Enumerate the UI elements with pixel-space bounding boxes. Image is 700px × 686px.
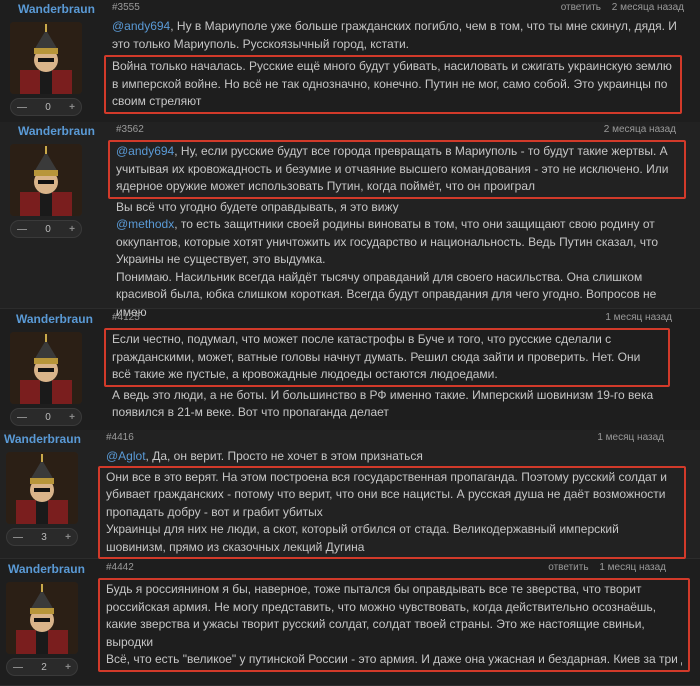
- highlighted-text: @andy694, Ну, если русские будут все гор…: [108, 140, 686, 199]
- avatar[interactable]: [10, 22, 82, 94]
- comment-post: Wanderbraun — 3 + #4416 1 месяц назад @A…: [0, 430, 700, 559]
- post-line: @methodx, то есть защитники своей родины…: [116, 216, 688, 269]
- avatar[interactable]: [6, 452, 78, 524]
- downvote-button[interactable]: —: [13, 662, 23, 673]
- timestamp: 1 месяц назад: [597, 432, 664, 443]
- comment-post: Wanderbraun — 0 + #3555 ответить 2 месяц…: [0, 0, 700, 123]
- vote-count: 0: [45, 101, 51, 113]
- username[interactable]: Wanderbraun: [4, 432, 81, 446]
- author-column: Wanderbraun — 0 +: [10, 124, 95, 238]
- intro-text: , Ну в Мариуполе уже больше гражданских …: [112, 19, 677, 51]
- post-meta: 1 месяц назад: [605, 312, 672, 323]
- comment-post: Wanderbraun — 2 + #4442 ответить 1 месяц…: [0, 558, 700, 686]
- avatar[interactable]: [10, 144, 82, 216]
- intro-text: , Да, он верит. Просто не хочет в этом п…: [145, 449, 423, 463]
- line-text: , то есть защитники своей родины виноват…: [116, 217, 659, 266]
- avatar-image: [10, 144, 82, 216]
- vote-counter: — 0 +: [10, 98, 82, 116]
- post-id[interactable]: #3562: [116, 124, 144, 135]
- highlighted-text: Они все в это верят. На этом построена в…: [98, 465, 686, 559]
- vote-count: 0: [45, 411, 51, 423]
- post-meta: 2 месяца назад: [604, 124, 676, 135]
- upvote-button[interactable]: +: [65, 532, 71, 543]
- timestamp: 2 месяца назад: [603, 124, 676, 135]
- post-line: Вы всё что угодно будете оправдывать, я …: [116, 199, 399, 214]
- avatar[interactable]: [6, 582, 78, 654]
- post-id[interactable]: #4416: [106, 432, 134, 443]
- reply-button[interactable]: ответить: [561, 2, 601, 13]
- vote-counter: — 3 +: [6, 528, 78, 546]
- post-id[interactable]: #4125: [112, 312, 140, 323]
- author-column: Wanderbraun — 3 +: [4, 432, 81, 546]
- vote-count: 0: [45, 223, 51, 235]
- upvote-button[interactable]: +: [69, 224, 75, 235]
- mention-link[interactable]: @Aglot: [106, 449, 146, 463]
- highlight-paragraph: Будь я россиянином я бы, наверное, тоже …: [106, 582, 657, 649]
- highlight-body: , Ну, если русские будут все города прев…: [116, 144, 669, 193]
- comment-post: Wanderbraun — 0 + #3562 2 месяца назад @…: [0, 122, 700, 319]
- downvote-button[interactable]: —: [17, 102, 27, 113]
- downvote-button[interactable]: —: [13, 532, 23, 543]
- vote-count: 2: [41, 661, 47, 673]
- avatar-image: [10, 22, 82, 94]
- username[interactable]: Wanderbraun: [18, 124, 95, 138]
- post-body: @andy694, Ну в Мариуполе уже больше граж…: [104, 18, 682, 114]
- highlight-paragraph: Они все в это верят. На этом построена в…: [106, 469, 667, 519]
- post-meta: ответить 1 месяц назад: [548, 562, 666, 573]
- highlighted-text: Будь я россиянином я бы, наверное, тоже …: [98, 578, 690, 672]
- post-line: А ведь это люди, а не боты. И большинств…: [112, 387, 654, 420]
- vote-counter: — 0 +: [10, 220, 82, 238]
- post-body: @Aglot, Да, он верит. Просто не хочет в …: [98, 448, 686, 559]
- upvote-button[interactable]: +: [69, 102, 75, 113]
- vote-count: 3: [41, 531, 47, 543]
- downvote-button[interactable]: —: [17, 224, 27, 235]
- highlighted-text: Война только началась. Русские ещё много…: [104, 55, 682, 114]
- mention-link[interactable]: @methodx: [116, 217, 174, 231]
- downvote-button[interactable]: —: [17, 412, 27, 423]
- username[interactable]: Wanderbraun: [16, 312, 93, 326]
- post-intro: @andy694, Ну в Мариуполе уже больше граж…: [112, 18, 682, 53]
- upvote-button[interactable]: +: [65, 662, 71, 673]
- author-column: Wanderbraun — 2 +: [6, 562, 85, 676]
- author-column: Wanderbraun — 0 +: [10, 312, 93, 426]
- highlight-paragraph: Украинцы для них не люди, а скот, которы…: [106, 522, 619, 554]
- post-body: @andy694, Ну, если русские будут все гор…: [108, 140, 688, 321]
- avatar[interactable]: [10, 332, 82, 404]
- timestamp: 1 месяц назад: [605, 312, 672, 323]
- comment-post: Wanderbraun — 0 + #4125 1 месяц назад Ес…: [0, 308, 700, 431]
- vote-counter: — 0 +: [10, 408, 82, 426]
- mention-link[interactable]: @andy694: [112, 19, 170, 33]
- timestamp: 2 месяца назад: [611, 2, 684, 13]
- reply-button[interactable]: ответить: [548, 562, 588, 573]
- author-column: Wanderbraun — 0 +: [10, 2, 95, 116]
- upvote-button[interactable]: +: [69, 412, 75, 423]
- username[interactable]: Wanderbraun: [8, 562, 85, 576]
- post-meta: ответить 2 месяца назад: [561, 2, 684, 13]
- post-id[interactable]: #3555: [112, 2, 140, 13]
- avatar-image: [10, 332, 82, 404]
- username[interactable]: Wanderbraun: [18, 2, 95, 16]
- post-meta: 1 месяц назад: [597, 432, 664, 443]
- post-id[interactable]: #4442: [106, 562, 134, 573]
- mention-link[interactable]: @andy694: [116, 144, 174, 158]
- avatar-image: [6, 452, 78, 524]
- post-body: Будь я россиянином я бы, наверное, тоже …: [98, 578, 690, 672]
- vote-counter: — 2 +: [6, 658, 78, 676]
- timestamp: 1 месяц назад: [599, 562, 666, 573]
- post-body: Если честно, подумал, что может после ка…: [104, 328, 682, 422]
- highlight-paragraph: Всё, что есть "великое" у путинской Росс…: [106, 652, 682, 666]
- post-intro: @Aglot, Да, он верит. Просто не хочет в …: [106, 448, 686, 466]
- avatar-image: [6, 582, 78, 654]
- highlighted-text: Если честно, подумал, что может после ка…: [104, 328, 670, 387]
